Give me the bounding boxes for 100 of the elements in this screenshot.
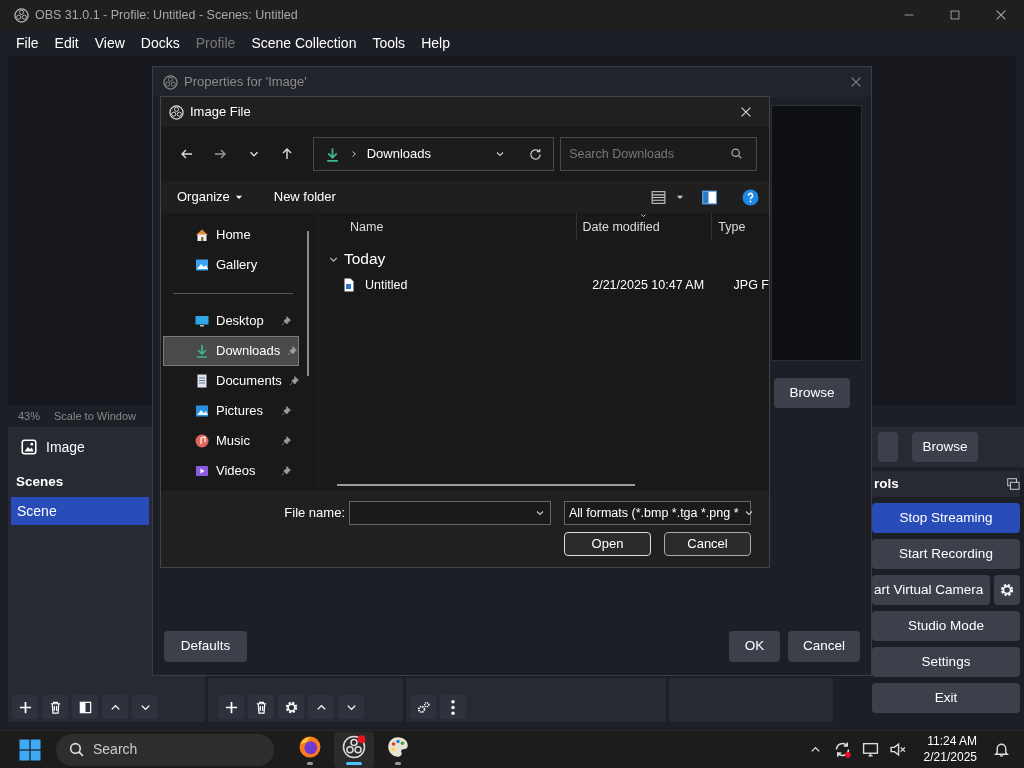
menu-item[interactable]: Tools (364, 32, 414, 54)
window-title: OBS 31.0.1 - Profile: Untitled - Scenes: Untitled (35, 6, 298, 24)
address-segment[interactable]: Downloads (366, 144, 431, 164)
maximize-icon (948, 8, 962, 22)
gear-icon (999, 582, 1015, 598)
gallery-icon (194, 257, 210, 273)
nav-item[interactable]: Pictures (163, 396, 299, 426)
nav-item[interactable]: Music (163, 426, 299, 456)
file-name[interactable]: Untitled (365, 275, 408, 295)
open-button[interactable]: Open (564, 532, 651, 556)
menu-item[interactable]: View (86, 32, 133, 54)
properties-button[interactable] (278, 695, 304, 719)
pin-icon (280, 435, 292, 447)
nav-item[interactable]: Home (163, 220, 299, 250)
dots-icon (451, 699, 455, 715)
add-button[interactable] (12, 695, 38, 719)
menu-button[interactable] (440, 695, 466, 719)
close-button[interactable] (739, 105, 753, 119)
search-field[interactable]: Search (56, 733, 274, 766)
control-button[interactable]: art Virtual Camera (872, 575, 990, 605)
taskbar-app[interactable] (334, 731, 374, 768)
control-button[interactable]: Stop Streaming (872, 503, 1020, 533)
menu-item[interactable]: File (8, 32, 47, 54)
monitor-icon[interactable] (861, 741, 879, 758)
nav-item[interactable]: Gallery (163, 250, 299, 280)
file-type-dropdown[interactable]: All formats (*.bmp *.tga *.png * (564, 501, 751, 525)
sort-caret-icon (638, 213, 648, 220)
column-header[interactable]: Type (712, 213, 769, 241)
view-button[interactable] (650, 188, 685, 206)
move-up-button[interactable] (102, 695, 128, 719)
close-icon (739, 105, 753, 119)
scale-mode: Scale to Window (54, 408, 136, 424)
ok-button[interactable]: OK (729, 631, 780, 662)
scene-item[interactable]: Scene (11, 497, 149, 525)
column-header[interactable]: Name (337, 213, 577, 241)
add-button[interactable] (218, 695, 244, 719)
control-button[interactable]: Exit (872, 683, 1020, 713)
control-button[interactable]: Studio Mode (872, 611, 1020, 641)
nav-item[interactable]: Desktop (163, 306, 299, 336)
source-name: Image (46, 437, 85, 457)
undock-icon[interactable] (1006, 477, 1020, 491)
field-label: File name: (284, 504, 345, 523)
defaults-button[interactable]: Defaults (164, 631, 247, 662)
nav-item[interactable]: Videos (163, 456, 299, 486)
address-bar[interactable]: Downloads (312, 137, 555, 171)
filter-icon (77, 699, 93, 715)
plus-icon (223, 699, 239, 715)
refresh-icon[interactable] (528, 146, 544, 162)
scrollbar[interactable] (337, 484, 635, 486)
bell-icon[interactable] (993, 741, 1010, 758)
scrollbar[interactable] (307, 231, 309, 376)
menu-item[interactable]: Edit (46, 32, 87, 54)
plus-icon (17, 699, 33, 715)
search-icon (730, 147, 743, 160)
recorder-app-icon (342, 734, 366, 759)
move-down-button[interactable] (338, 695, 364, 719)
organize-menu[interactable]: Organize (177, 187, 244, 207)
speaker-muted-icon[interactable] (888, 741, 906, 758)
clock[interactable]: 11:24 AM 2/21/2025 (923, 733, 977, 766)
help-icon[interactable] (742, 188, 759, 206)
new-folder-button[interactable]: New folder (273, 187, 336, 207)
filters-button[interactable] (72, 695, 98, 719)
cancel-button[interactable]: Cancel (664, 532, 751, 556)
remove-button[interactable] (248, 695, 274, 719)
pin-icon (280, 315, 292, 327)
table-cell-text: JPG F (732, 276, 769, 294)
list-view-icon (650, 188, 667, 206)
gears-icon (415, 699, 431, 715)
remove-button[interactable] (42, 695, 68, 719)
control-button[interactable]: Start Recording (872, 539, 1020, 569)
nav-item[interactable]: Documents (163, 366, 299, 396)
dialog-title: Image File (190, 103, 251, 122)
videos-icon (194, 463, 210, 479)
menu-item[interactable]: Docks (132, 32, 188, 54)
preview-pane-icon[interactable] (701, 188, 718, 206)
nav-item[interactable]: Downloads (163, 336, 299, 366)
image-icon (20, 438, 38, 456)
pin-icon (280, 465, 292, 477)
file-name-field[interactable] (349, 501, 551, 525)
move-up-button[interactable] (308, 695, 334, 719)
cancel-button[interactable]: Cancel (788, 631, 860, 662)
search-field[interactable]: Search Downloads (560, 137, 757, 171)
browse-button[interactable]: Browse (912, 432, 978, 462)
settings-button[interactable] (410, 695, 436, 719)
dock-title: rols (874, 474, 899, 493)
column-header[interactable]: Date modified (576, 213, 713, 241)
app-logo-icon (163, 74, 178, 90)
move-down-button[interactable] (132, 695, 158, 719)
close-icon (994, 8, 1008, 22)
control-button[interactable]: Settings (872, 647, 1020, 677)
menu-item[interactable]: Scene Collection (243, 32, 365, 54)
settings-button[interactable] (994, 575, 1020, 605)
app-logo-icon (14, 7, 29, 23)
windows-start-icon[interactable] (18, 737, 42, 762)
group-header[interactable]: Today (319, 245, 769, 273)
menu-item[interactable]: Help (413, 32, 458, 54)
browse-button[interactable]: Browse (774, 378, 850, 408)
pin-icon (286, 345, 299, 357)
dock-title: Scenes (15, 472, 65, 491)
app-logo-icon (169, 104, 184, 120)
